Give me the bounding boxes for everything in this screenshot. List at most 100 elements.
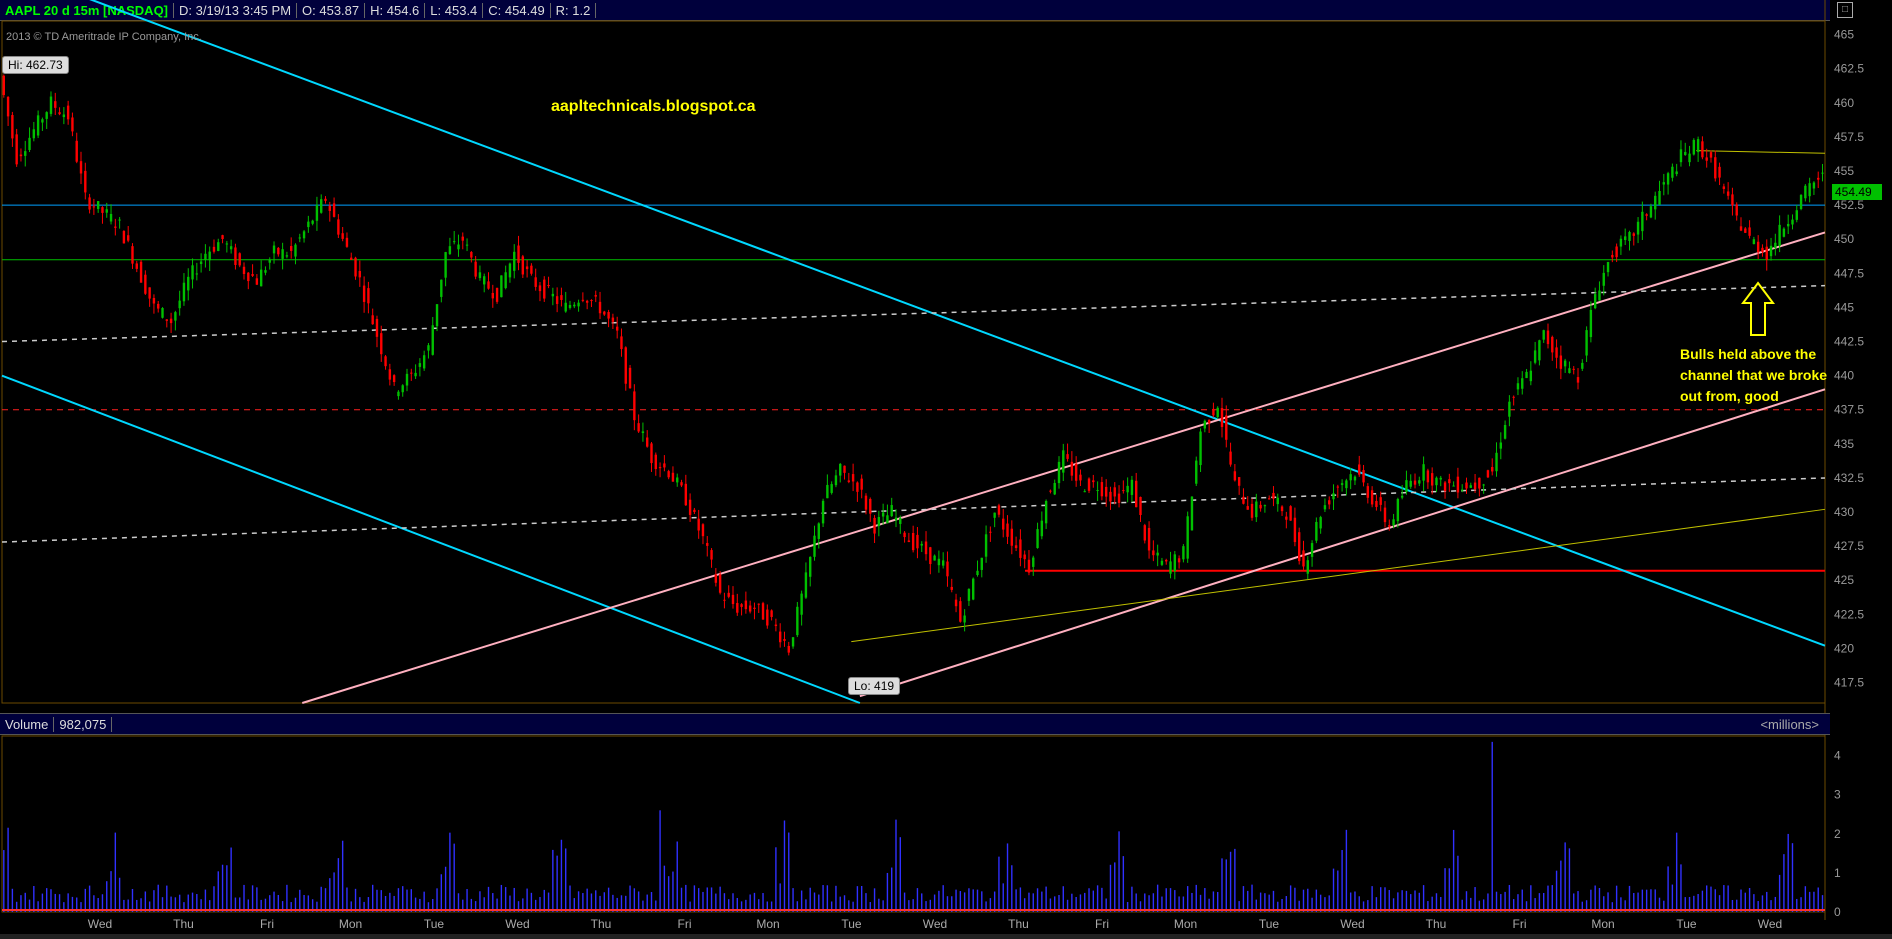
candle-body [1216,407,1219,417]
candle-body [1358,464,1361,475]
candle-body [367,288,370,304]
candle-body [667,471,670,478]
candle-body [247,272,250,282]
candle-body [1220,407,1224,428]
candle-body [62,114,66,118]
candle-body [1641,211,1644,232]
candle-body [1092,480,1095,483]
y-tick-label: 460 [1834,96,1854,110]
candle-body [1074,463,1078,481]
candle-body [1083,491,1086,493]
x-tick-label: Thu [173,917,194,931]
price-panel-border [1,20,1826,704]
candle-body [1585,330,1588,356]
candle-body [28,137,31,150]
candle-body [1250,503,1254,518]
candle-body [465,244,469,246]
candle-body [1349,474,1352,481]
candle-body [1551,336,1554,353]
candle-body [1177,558,1181,563]
candle-body [886,515,889,524]
candle-body [88,197,91,210]
price-chart[interactable]: 465462.5460457.5455452.5450447.5445442.5… [0,0,1892,939]
candle-body [1190,496,1194,531]
candle-body [521,256,525,275]
candle-body [658,467,662,469]
candle-body [1654,195,1657,210]
candle-body [903,532,906,538]
candle-body [611,317,615,322]
candle-body [809,556,812,577]
candle-body [251,274,254,276]
candle-body [1478,477,1481,489]
candle-body [358,271,362,278]
candle-body [560,295,563,300]
candle-body [1645,214,1648,216]
candle-body [238,253,241,266]
volume-tick-label: 2 [1834,827,1841,841]
candle-body [1409,480,1412,487]
candle-body [1649,206,1653,218]
candle-body [1701,141,1704,158]
candle-body [748,605,752,612]
candle-body [959,601,962,622]
candle-body [826,484,829,499]
candle-body [796,606,799,636]
candle-body [907,540,911,542]
candle-body [1340,483,1344,485]
candle-body [1461,489,1464,491]
candle-body [1778,224,1781,246]
candle-body [1405,480,1408,492]
y-tick-label: 425 [1834,573,1854,587]
candle-body [1032,557,1035,567]
candle-body [577,302,580,307]
candle-body [989,531,992,533]
candle-body [736,603,739,613]
watermark-text: aapltechnicals.blogspot.ca [551,98,756,115]
candle-body [1619,238,1623,247]
candle-body [1229,451,1232,465]
candle-body [1722,186,1726,189]
candle-body [783,639,786,641]
candle-body [1786,223,1790,227]
candle-body [954,599,958,607]
candle-body [1726,191,1730,196]
candle-body [594,295,597,297]
candle-body [1044,501,1048,524]
candle-body [1473,482,1477,490]
candle-body [1791,219,1794,225]
candle-body [1782,228,1786,237]
candle-body [581,299,585,301]
candle-body [766,609,769,626]
candle-body [1379,497,1382,505]
candle-body [980,557,983,570]
candle-body [1769,245,1773,257]
volume-tick-label: 3 [1834,788,1841,802]
candle-body [337,219,340,235]
candle-body [1735,204,1738,216]
candle-body [191,265,194,280]
y-tick-label: 462.5 [1834,62,1864,76]
candle-body [555,296,559,304]
candle-body [483,276,486,285]
candle-body [234,247,237,265]
candle-body [392,375,396,383]
candle-body [916,534,919,549]
candle-body [804,572,808,598]
candle-body [830,484,833,493]
candle-body [2,75,5,96]
candle-body [851,474,855,482]
x-tick-label: Mon [756,917,779,931]
candle-body [1508,401,1511,417]
candle-body [1267,498,1271,500]
candle-body [1207,419,1211,424]
candle-body [307,221,310,228]
candle-body [15,134,18,165]
candle-body [984,534,988,557]
candle-body [410,372,413,374]
candle-body [1280,506,1284,512]
y-tick-label: 432.5 [1834,471,1864,485]
y-tick-label: 427.5 [1834,539,1864,553]
candle-body [1632,233,1635,236]
candle-body [24,151,27,156]
